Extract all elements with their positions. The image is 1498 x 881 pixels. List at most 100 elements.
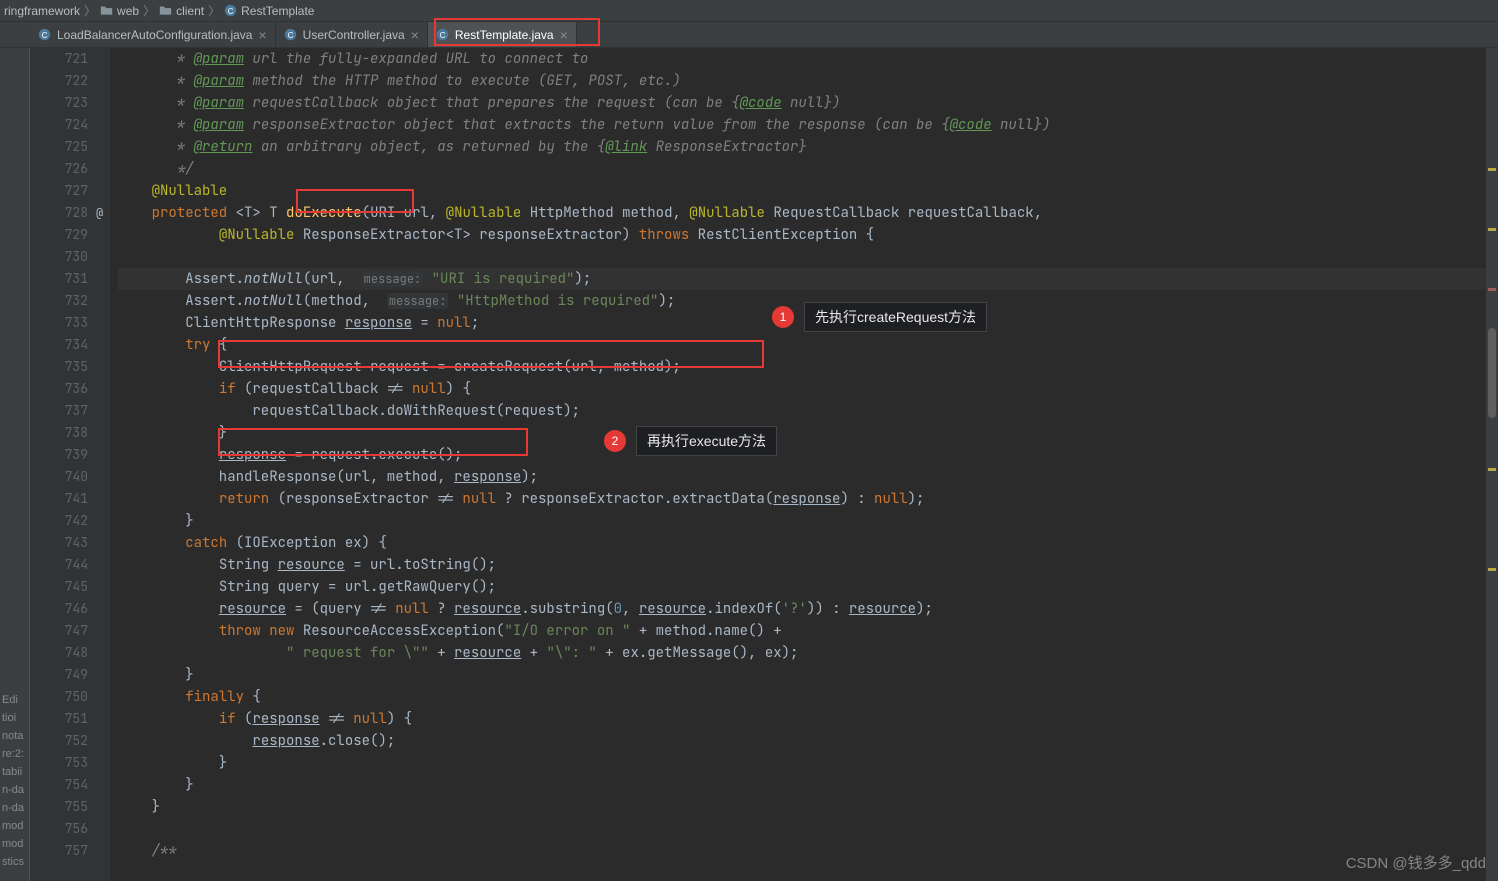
- code-line[interactable]: * @param url the fully-expanded URL to c…: [118, 48, 1498, 70]
- code-editor[interactable]: * @param url the fully-expanded URL to c…: [110, 48, 1498, 881]
- line-number[interactable]: 754: [30, 774, 110, 796]
- stripe-button[interactable]: mod: [0, 817, 29, 835]
- code-line[interactable]: * @param requestCallback object that pre…: [118, 92, 1498, 114]
- code-line[interactable]: requestCallback.doWithRequest(request);: [118, 400, 1498, 422]
- line-number[interactable]: 736: [30, 378, 110, 400]
- line-number[interactable]: 735: [30, 356, 110, 378]
- line-number[interactable]: 742: [30, 510, 110, 532]
- line-number[interactable]: 723: [30, 92, 110, 114]
- code-line[interactable]: * @return an arbitrary object, as return…: [118, 136, 1498, 158]
- code-line[interactable]: response = request.execute();: [118, 444, 1498, 466]
- stripe-button[interactable]: n-da: [0, 799, 29, 817]
- code-line[interactable]: handleResponse(url, method, response);: [118, 466, 1498, 488]
- close-icon[interactable]: ×: [560, 28, 568, 42]
- line-number[interactable]: 740: [30, 466, 110, 488]
- code-line[interactable]: " request for \"" + resource + "\": " + …: [118, 642, 1498, 664]
- line-number[interactable]: 753: [30, 752, 110, 774]
- code-line[interactable]: [118, 818, 1498, 840]
- line-number[interactable]: 744: [30, 554, 110, 576]
- line-number[interactable]: 750: [30, 686, 110, 708]
- code-line[interactable]: try {: [118, 334, 1498, 356]
- scrollbar-vertical[interactable]: [1486, 48, 1498, 881]
- code-line[interactable]: * @param method the HTTP method to execu…: [118, 70, 1498, 92]
- code-line[interactable]: /**: [118, 840, 1498, 862]
- line-number[interactable]: 727: [30, 180, 110, 202]
- code-line[interactable]: Assert.notNull(url, message: "URI is req…: [118, 268, 1498, 290]
- tab-resttemplate[interactable]: C RestTemplate.java ×: [428, 22, 577, 47]
- code-line[interactable]: @Nullable ResponseExtractor<T> responseE…: [118, 224, 1498, 246]
- stripe-button[interactable]: re:2:: [0, 745, 29, 763]
- stripe-button[interactable]: nota: [0, 727, 29, 745]
- line-number[interactable]: 751: [30, 708, 110, 730]
- code-line[interactable]: * @param responseExtractor object that e…: [118, 114, 1498, 136]
- line-number[interactable]: 738: [30, 422, 110, 444]
- line-number[interactable]: 752: [30, 730, 110, 752]
- line-number[interactable]: 747: [30, 620, 110, 642]
- line-number[interactable]: 734: [30, 334, 110, 356]
- breadcrumb-item[interactable]: ringframework: [4, 4, 80, 18]
- line-number[interactable]: 743: [30, 532, 110, 554]
- line-number[interactable]: 737: [30, 400, 110, 422]
- scrollbar-mark[interactable]: [1488, 228, 1496, 231]
- code-line[interactable]: catch (IOException ex) {: [118, 532, 1498, 554]
- scrollbar-thumb[interactable]: [1488, 328, 1496, 418]
- line-number[interactable]: 731: [30, 268, 110, 290]
- code-line[interactable]: if (response != null) {: [118, 708, 1498, 730]
- code-line[interactable]: if (requestCallback != null) {: [118, 378, 1498, 400]
- scrollbar-mark[interactable]: [1488, 568, 1496, 571]
- scrollbar-mark[interactable]: [1488, 288, 1496, 291]
- line-number[interactable]: 745: [30, 576, 110, 598]
- code-line[interactable]: resource = (query != null ? resource.sub…: [118, 598, 1498, 620]
- stripe-button[interactable]: n-da: [0, 781, 29, 799]
- scrollbar-mark[interactable]: [1488, 468, 1496, 471]
- code-line[interactable]: return (responseExtractor != null ? resp…: [118, 488, 1498, 510]
- tab-usercontroller[interactable]: C UserController.java ×: [276, 22, 428, 47]
- code-line[interactable]: String resource = url.toString();: [118, 554, 1498, 576]
- line-number[interactable]: 722: [30, 70, 110, 92]
- stripe-button[interactable]: mod: [0, 835, 29, 853]
- line-number[interactable]: 732: [30, 290, 110, 312]
- line-number[interactable]: 746: [30, 598, 110, 620]
- line-number[interactable]: 755: [30, 796, 110, 818]
- breadcrumb-item[interactable]: CRestTemplate: [224, 4, 314, 18]
- breadcrumb-item[interactable]: client: [159, 4, 204, 18]
- line-number[interactable]: 748: [30, 642, 110, 664]
- line-number[interactable]: 730: [30, 246, 110, 268]
- line-number[interactable]: 721: [30, 48, 110, 70]
- stripe-button[interactable]: tioi: [0, 709, 29, 727]
- code-line[interactable]: }: [118, 774, 1498, 796]
- code-line[interactable]: }: [118, 752, 1498, 774]
- line-number[interactable]: 726: [30, 158, 110, 180]
- line-number[interactable]: 733: [30, 312, 110, 334]
- override-gutter-icon[interactable]: @: [96, 205, 103, 221]
- line-number[interactable]: 757: [30, 840, 110, 862]
- code-line[interactable]: finally {: [118, 686, 1498, 708]
- code-line[interactable]: }: [118, 510, 1498, 532]
- code-line[interactable]: [118, 246, 1498, 268]
- code-line[interactable]: */: [118, 158, 1498, 180]
- line-number[interactable]: 724: [30, 114, 110, 136]
- close-icon[interactable]: ×: [411, 28, 419, 42]
- code-line[interactable]: response.close();: [118, 730, 1498, 752]
- code-line[interactable]: }: [118, 796, 1498, 818]
- code-line[interactable]: throw new ResourceAccessException("I/O e…: [118, 620, 1498, 642]
- code-line[interactable]: }: [118, 422, 1498, 444]
- scrollbar-mark[interactable]: [1488, 168, 1496, 171]
- code-line[interactable]: @Nullable: [118, 180, 1498, 202]
- line-number[interactable]: 725: [30, 136, 110, 158]
- stripe-button[interactable]: Edi: [0, 691, 29, 709]
- line-number[interactable]: 756: [30, 818, 110, 840]
- breadcrumb-item[interactable]: web: [100, 4, 139, 18]
- stripe-button[interactable]: stics: [0, 853, 29, 871]
- code-line[interactable]: String query = url.getRawQuery();: [118, 576, 1498, 598]
- close-icon[interactable]: ×: [258, 28, 266, 42]
- tab-loadbalancer[interactable]: C LoadBalancerAutoConfiguration.java ×: [30, 22, 276, 47]
- line-number[interactable]: 749: [30, 664, 110, 686]
- stripe-button[interactable]: tabii: [0, 763, 29, 781]
- code-line[interactable]: ClientHttpRequest request = createReques…: [118, 356, 1498, 378]
- line-number[interactable]: 729: [30, 224, 110, 246]
- line-number[interactable]: 741: [30, 488, 110, 510]
- code-line[interactable]: protected <T> T doExecute(URI url, @Null…: [118, 202, 1498, 224]
- gutter[interactable]: 7217227237247257267277287297307317327337…: [30, 48, 110, 881]
- line-number[interactable]: 739: [30, 444, 110, 466]
